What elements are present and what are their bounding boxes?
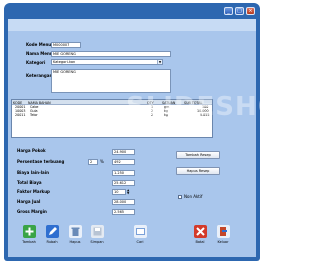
search-icon bbox=[134, 225, 147, 238]
non-aktif-checkbox[interactable] bbox=[178, 195, 182, 199]
title-bar: _ □ × bbox=[4, 3, 260, 18]
cancel-icon bbox=[194, 225, 207, 238]
form-panel: Kode Menu M000007 Nama Menu MIE GORENG K… bbox=[8, 19, 300, 257]
batal-button[interactable]: Batal bbox=[191, 224, 209, 252]
harga-pokok-field[interactable]: 24.900 bbox=[112, 149, 135, 155]
close-window-button[interactable]: × bbox=[246, 7, 255, 15]
gross-margin-label: Gross Margin bbox=[17, 209, 47, 214]
edit-icon bbox=[46, 225, 59, 238]
kode-menu-label: Kode Menu bbox=[26, 42, 52, 47]
kode-menu-field[interactable]: M000007 bbox=[51, 42, 81, 48]
cari-button[interactable]: Cari bbox=[131, 224, 149, 252]
hapus-resep-button[interactable]: Hapus Resep bbox=[176, 167, 220, 175]
biaya-lain-label: Biaya lain-lain bbox=[17, 170, 49, 175]
tambah-resep-button[interactable]: Tambah Resep bbox=[176, 151, 220, 159]
maximize-button[interactable]: □ bbox=[235, 7, 244, 15]
simpan-label: Simpan bbox=[90, 240, 104, 244]
chevron-down-icon[interactable]: ▼ bbox=[157, 60, 162, 64]
trash-icon bbox=[69, 225, 82, 238]
keterangan-label: Keterangan bbox=[26, 73, 53, 78]
kategori-label: Kategori bbox=[26, 60, 46, 65]
tambah-label: Tambah bbox=[22, 240, 36, 244]
biaya-lain-field[interactable]: 1.250 bbox=[112, 170, 135, 176]
application-window: _ □ × Kode Menu M000007 Nama Menu MIE GO… bbox=[4, 3, 300, 261]
keluar-button[interactable]: Keluar bbox=[214, 224, 232, 252]
keluar-label: Keluar bbox=[217, 240, 229, 244]
hapus-button[interactable]: Hapus bbox=[66, 224, 84, 252]
minimize-button[interactable]: _ bbox=[224, 7, 233, 15]
harga-jual-label: Harga Jual bbox=[17, 199, 41, 204]
watermark-subtext: Code Your Future bbox=[158, 119, 201, 125]
cell-nama-bahan: Telor bbox=[30, 113, 38, 117]
gross-margin-field[interactable]: 2.565 bbox=[112, 209, 135, 215]
faktor-markup-label: Faktor Markup bbox=[17, 189, 50, 194]
exit-icon bbox=[217, 225, 230, 238]
simpan-button[interactable]: Simpan bbox=[88, 224, 106, 252]
persentase-terbuang-label: Persentase terbuang bbox=[17, 159, 65, 164]
persentase-amount-field[interactable]: 492 bbox=[112, 159, 135, 165]
non-aktif-label: Non Aktif bbox=[184, 194, 203, 199]
faktor-markup-field[interactable]: 10 bbox=[112, 189, 126, 195]
persentase-terbuang-field[interactable]: 2 bbox=[88, 159, 98, 165]
cell-kode: 20011 bbox=[15, 113, 26, 117]
save-icon bbox=[91, 225, 104, 238]
tambah-button[interactable]: Tambah bbox=[20, 224, 38, 252]
add-icon bbox=[23, 225, 36, 238]
column-header-nama-bahan: NAMA BAHAN bbox=[28, 100, 51, 105]
batal-label: Batal bbox=[195, 240, 205, 244]
form-header-strip bbox=[8, 19, 256, 31]
column-header-kode: KODE bbox=[13, 100, 23, 105]
harga-pokok-label: Harga Pokok bbox=[17, 148, 46, 153]
total-biaya-label: Total Biaya bbox=[17, 180, 42, 185]
total-biaya-field[interactable]: 25.612 bbox=[112, 180, 135, 186]
percent-unit: % bbox=[100, 159, 104, 164]
hapus-label: Hapus bbox=[69, 240, 81, 244]
watermark-text: SLIDESHOP bbox=[126, 92, 301, 122]
rubah-label: Rubah bbox=[46, 240, 58, 244]
harga-jual-field[interactable]: 28.000 bbox=[112, 199, 135, 205]
rubah-button[interactable]: Rubah bbox=[43, 224, 61, 252]
kategori-select[interactable]: Kategori-kan ▼ bbox=[51, 59, 163, 65]
kategori-value: Kategori-kan bbox=[53, 60, 76, 64]
nama-menu-field[interactable]: MIE GORENG bbox=[51, 51, 171, 57]
spin-arrows-icon[interactable]: ▲ ▼ bbox=[127, 189, 129, 195]
cari-label: Cari bbox=[136, 240, 144, 244]
nama-menu-label: Nama Menu bbox=[26, 51, 53, 56]
keterangan-textarea[interactable]: MIE GORENG bbox=[51, 69, 171, 93]
